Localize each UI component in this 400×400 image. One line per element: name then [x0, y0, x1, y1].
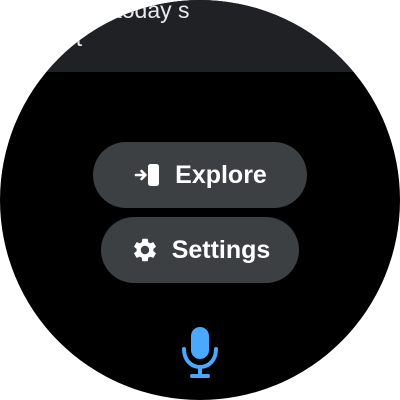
settings-button[interactable]: Settings [101, 217, 299, 283]
microphone-button[interactable] [180, 324, 220, 380]
gear-icon [130, 235, 160, 265]
explore-button[interactable]: Explore [93, 142, 307, 208]
suggestion-text: w me today s list [54, 0, 190, 51]
microphone-icon [180, 327, 220, 384]
settings-label: Settings [171, 235, 271, 264]
enter-device-icon [133, 160, 163, 190]
watch-screen: w me today s list Explore Settings [0, 0, 400, 400]
explore-label: Explore [175, 160, 267, 189]
suggestion-card[interactable]: w me today s list [0, 0, 400, 72]
